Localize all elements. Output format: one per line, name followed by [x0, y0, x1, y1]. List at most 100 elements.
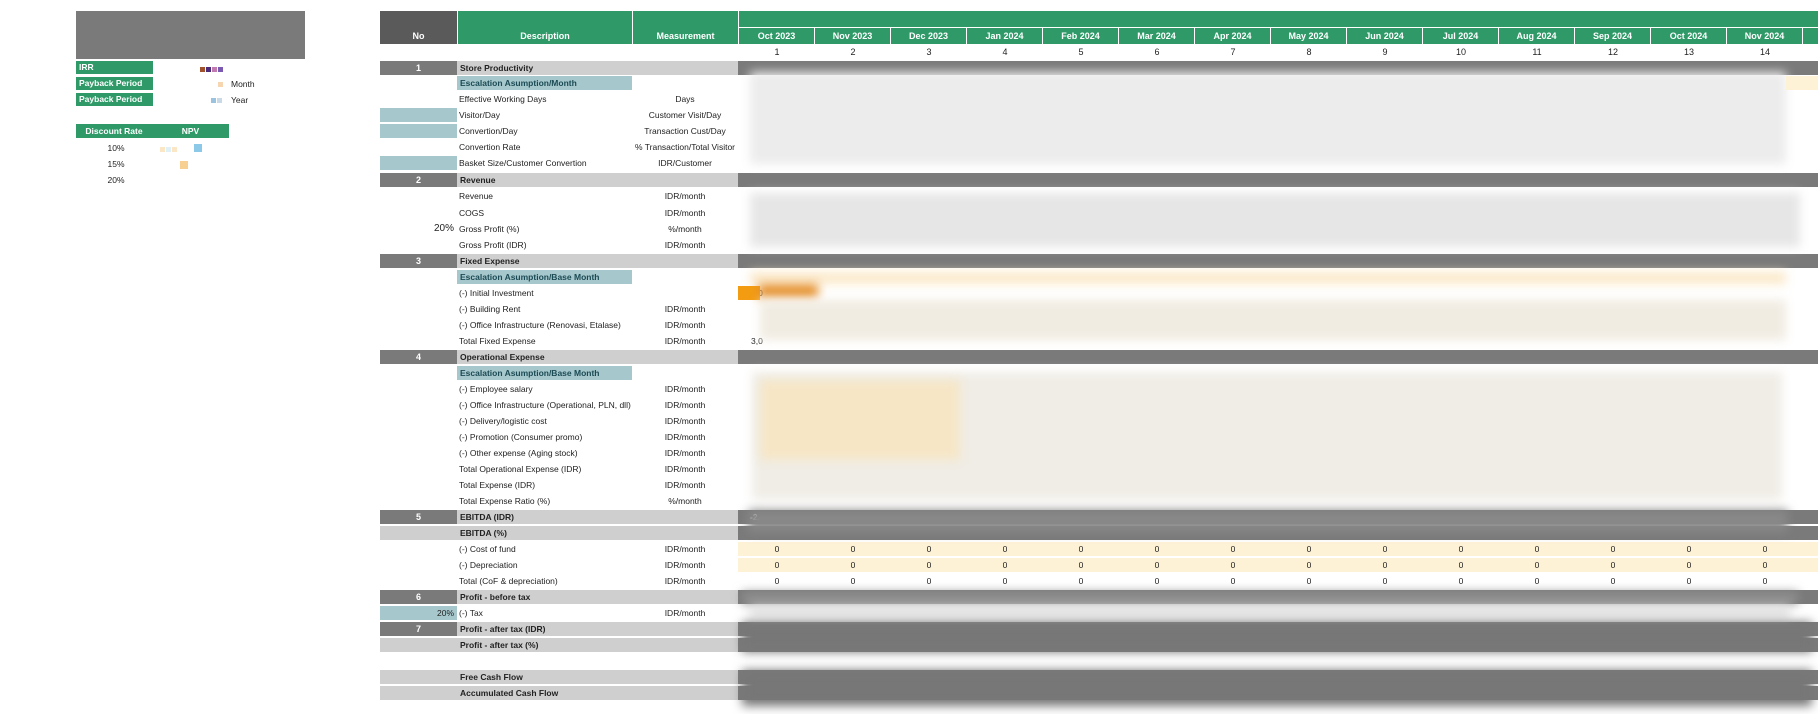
row-measurement: IDR/month	[664, 448, 706, 458]
month-number-14: 14	[1759, 47, 1770, 57]
zero-value: 0	[1306, 576, 1312, 586]
month-number-3: 3	[926, 47, 932, 57]
row-label: (-) Initial Investment	[459, 288, 534, 298]
cash-flow-redacted	[742, 670, 1812, 706]
zero-value: 0	[1230, 576, 1236, 586]
row-label: Gross Profit (%)	[459, 224, 520, 234]
row-number-blank	[380, 638, 457, 652]
row-label: (-) Promotion (Consumer promo)	[459, 432, 583, 442]
row-label: COGS	[459, 208, 485, 218]
zero-value: 0	[1762, 560, 1768, 570]
row-measurement: IDR/month	[664, 480, 706, 490]
zero-value: 0	[926, 544, 932, 554]
zero-value: 0	[1078, 560, 1084, 570]
month-header-7: Apr 2024	[1195, 28, 1270, 44]
row-number: 7	[380, 622, 457, 636]
row-measurement: Transaction Cust/Day	[644, 126, 726, 136]
zero-value: 0	[1002, 576, 1008, 586]
section-title: Operational Expense	[457, 350, 738, 364]
irr-label: IRR	[76, 61, 153, 74]
row-measurement: IDR/month	[664, 400, 706, 410]
row-measurement: IDR/month	[664, 544, 706, 554]
discount-rate-15: 15%	[107, 159, 125, 169]
section-title: Fixed Expense	[457, 254, 738, 268]
payback-year-unit: Year	[231, 95, 249, 105]
zero-value: 0	[1002, 544, 1008, 554]
month-header-overflow	[1803, 28, 1818, 44]
zero-value: 0	[1610, 544, 1616, 554]
input-marker	[380, 156, 457, 170]
row-number-blank	[380, 686, 457, 700]
escalation-cell-tail	[1786, 76, 1818, 90]
zero-value: 0	[774, 544, 780, 554]
zero-value: 0	[1382, 544, 1388, 554]
row-measurement: %/month	[668, 496, 702, 506]
month-header-6: Mar 2024	[1119, 28, 1194, 44]
month-header-2: Nov 2023	[815, 28, 890, 44]
month-number-6: 6	[1154, 47, 1160, 57]
row-label: Convertion Rate	[459, 142, 521, 152]
header-no: No	[412, 31, 425, 41]
row-measurement: IDR/month	[664, 320, 706, 330]
row-label: Effective Working Days	[459, 94, 547, 104]
zero-value: 0	[1458, 576, 1464, 586]
row-label: (-) Office Infrastructure (Renovasi, Eta…	[459, 320, 621, 330]
zero-value: 0	[1382, 560, 1388, 570]
month-number-13: 13	[1683, 47, 1694, 57]
row-label: Total (CoF & depreciation)	[459, 576, 558, 586]
month-number-1: 1	[774, 47, 780, 57]
zero-value: 0	[850, 544, 856, 554]
row-measurement: IDR/Customer	[658, 158, 712, 168]
row-measurement: % Transaction/Total Visitor	[635, 142, 735, 152]
row-label: Profit - after tax (%)	[457, 638, 738, 652]
zero-value: 0	[1762, 576, 1768, 586]
profit-before-tax-redacted	[742, 592, 1798, 604]
escalation-label: Escalation Asumption/Month	[457, 76, 632, 90]
payback-period-year-label: Payback Period	[76, 93, 153, 106]
row-measurement: IDR/month	[664, 432, 706, 442]
zero-value: 0	[1686, 560, 1692, 570]
month-header-12: Sep 2024	[1575, 28, 1650, 44]
month-header-9: Jun 2024	[1347, 28, 1422, 44]
row-label: Total Operational Expense (IDR)	[459, 464, 582, 474]
section-band	[738, 350, 1818, 364]
row-number: 4	[380, 350, 457, 364]
row-label: (-) Cost of fund	[459, 544, 516, 554]
row-number-blank	[380, 526, 457, 540]
section-band	[738, 254, 1818, 268]
month-header-1: Oct 2023	[739, 28, 814, 44]
npv-10-swatches	[160, 144, 203, 154]
escalation-label: Escalation Asumption/Base Month	[457, 366, 632, 380]
zero-value: 0	[1002, 560, 1008, 570]
ebitda-values-redacted	[748, 510, 1788, 532]
month-header-5: Feb 2024	[1043, 28, 1118, 44]
fixed-expense-values-redacted	[760, 300, 1786, 340]
zero-value: 0	[1154, 560, 1160, 570]
input-marker	[380, 108, 457, 122]
header-no-cell: No	[380, 11, 457, 44]
row-label: Total Fixed Expense	[459, 336, 536, 346]
zero-value: 0	[1306, 544, 1312, 554]
row-label: Revenue	[459, 191, 494, 201]
zero-value: 0	[1534, 544, 1540, 554]
payback-month-unit: Month	[231, 79, 255, 89]
row-measurement: IDR/month	[664, 336, 706, 346]
zero-value: 0	[1686, 544, 1692, 554]
zero-value: 0	[1458, 560, 1464, 570]
payback-month-swatch	[218, 79, 224, 89]
row-label: (-) Delivery/logistic cost	[459, 416, 547, 426]
section-title: Revenue	[457, 173, 738, 187]
month-number-12: 12	[1607, 47, 1618, 57]
row-measurement: IDR/month	[664, 384, 706, 394]
redacted-logo-block	[76, 11, 305, 59]
payback-period-label: Payback Period	[76, 77, 153, 90]
row-label: EBITDA (%)	[457, 526, 738, 540]
row-number: 1	[380, 61, 457, 75]
zero-value: 0	[850, 560, 856, 570]
month-header-13: Oct 2024	[1651, 28, 1726, 44]
discount-rate-10: 10%	[107, 143, 125, 153]
row-measurement: IDR/month	[664, 304, 706, 314]
row-label: (-) Office Infrastructure (Operational, …	[459, 400, 631, 410]
zero-value: 0	[1534, 560, 1540, 570]
row-number: 2	[380, 173, 457, 187]
